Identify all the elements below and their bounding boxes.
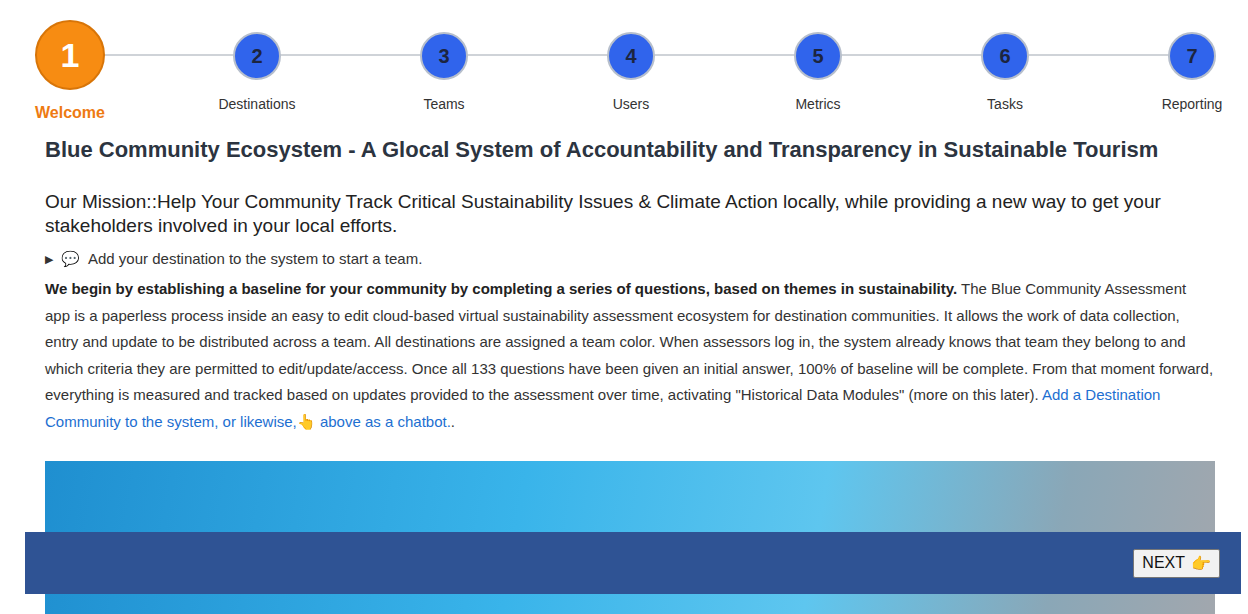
- step-label[interactable]: Users: [613, 95, 650, 113]
- step-circle[interactable]: 1: [35, 20, 105, 90]
- chatbot-link[interactable]: above as a chatbot.: [320, 413, 451, 430]
- wizard-screen: 1 Welcome 2 Destinations 3 Teams 4 Users 5 M…: [0, 0, 1248, 614]
- step-circle[interactable]: 5: [794, 32, 842, 80]
- expand-icon[interactable]: ▶: [45, 248, 53, 270]
- details-summary[interactable]: Add your destination to the system to st…: [88, 248, 422, 270]
- step[interactable]: 1 Welcome: [20, 0, 120, 128]
- intro-lead: We begin by establishing a baseline for …: [45, 280, 957, 297]
- chat-icon: 💬: [61, 248, 80, 270]
- step[interactable]: 2 Destinations: [207, 0, 307, 128]
- step[interactable]: 7 Reporting: [1142, 0, 1242, 128]
- step-label[interactable]: Welcome: [35, 103, 105, 123]
- page-heading: Blue Community Ecosystem - A Glocal Syst…: [45, 136, 1215, 164]
- step-circle[interactable]: 6: [981, 32, 1029, 80]
- add-destination-link[interactable]: Add a Destination Community to the syste…: [45, 386, 1160, 430]
- step-circle[interactable]: 2: [233, 32, 281, 80]
- pointer-icon: 👆: [297, 413, 316, 430]
- next-button[interactable]: NEXT 👉: [1133, 549, 1220, 578]
- step-label[interactable]: Teams: [423, 95, 464, 113]
- mission-heading: Our Mission::Help Your Community Track C…: [45, 190, 1215, 238]
- footer-bar: NEXT 👉: [25, 532, 1241, 594]
- step-label[interactable]: Metrics: [795, 95, 840, 113]
- step-label[interactable]: Tasks: [987, 95, 1023, 113]
- step[interactable]: 5 Metrics: [768, 0, 868, 128]
- intro-paragraph: We begin by establishing a baseline for …: [45, 276, 1215, 435]
- step[interactable]: 3 Teams: [394, 0, 494, 128]
- step[interactable]: 6 Tasks: [955, 0, 1055, 128]
- step-label[interactable]: Destinations: [218, 95, 295, 113]
- step-circle[interactable]: 3: [420, 32, 468, 80]
- details-toggle[interactable]: ▶ 💬 Add your destination to the system t…: [45, 248, 1215, 270]
- pointing-hand-icon: 👉: [1191, 554, 1211, 573]
- stepper: 1 Welcome 2 Destinations 3 Teams 4 Users 5 M…: [0, 0, 1248, 128]
- step-circle[interactable]: 7: [1168, 32, 1216, 80]
- next-label[interactable]: NEXT: [1142, 554, 1185, 572]
- step[interactable]: 4 Users: [581, 0, 681, 128]
- step-circle[interactable]: 4: [607, 32, 655, 80]
- step-label[interactable]: Reporting: [1162, 95, 1223, 113]
